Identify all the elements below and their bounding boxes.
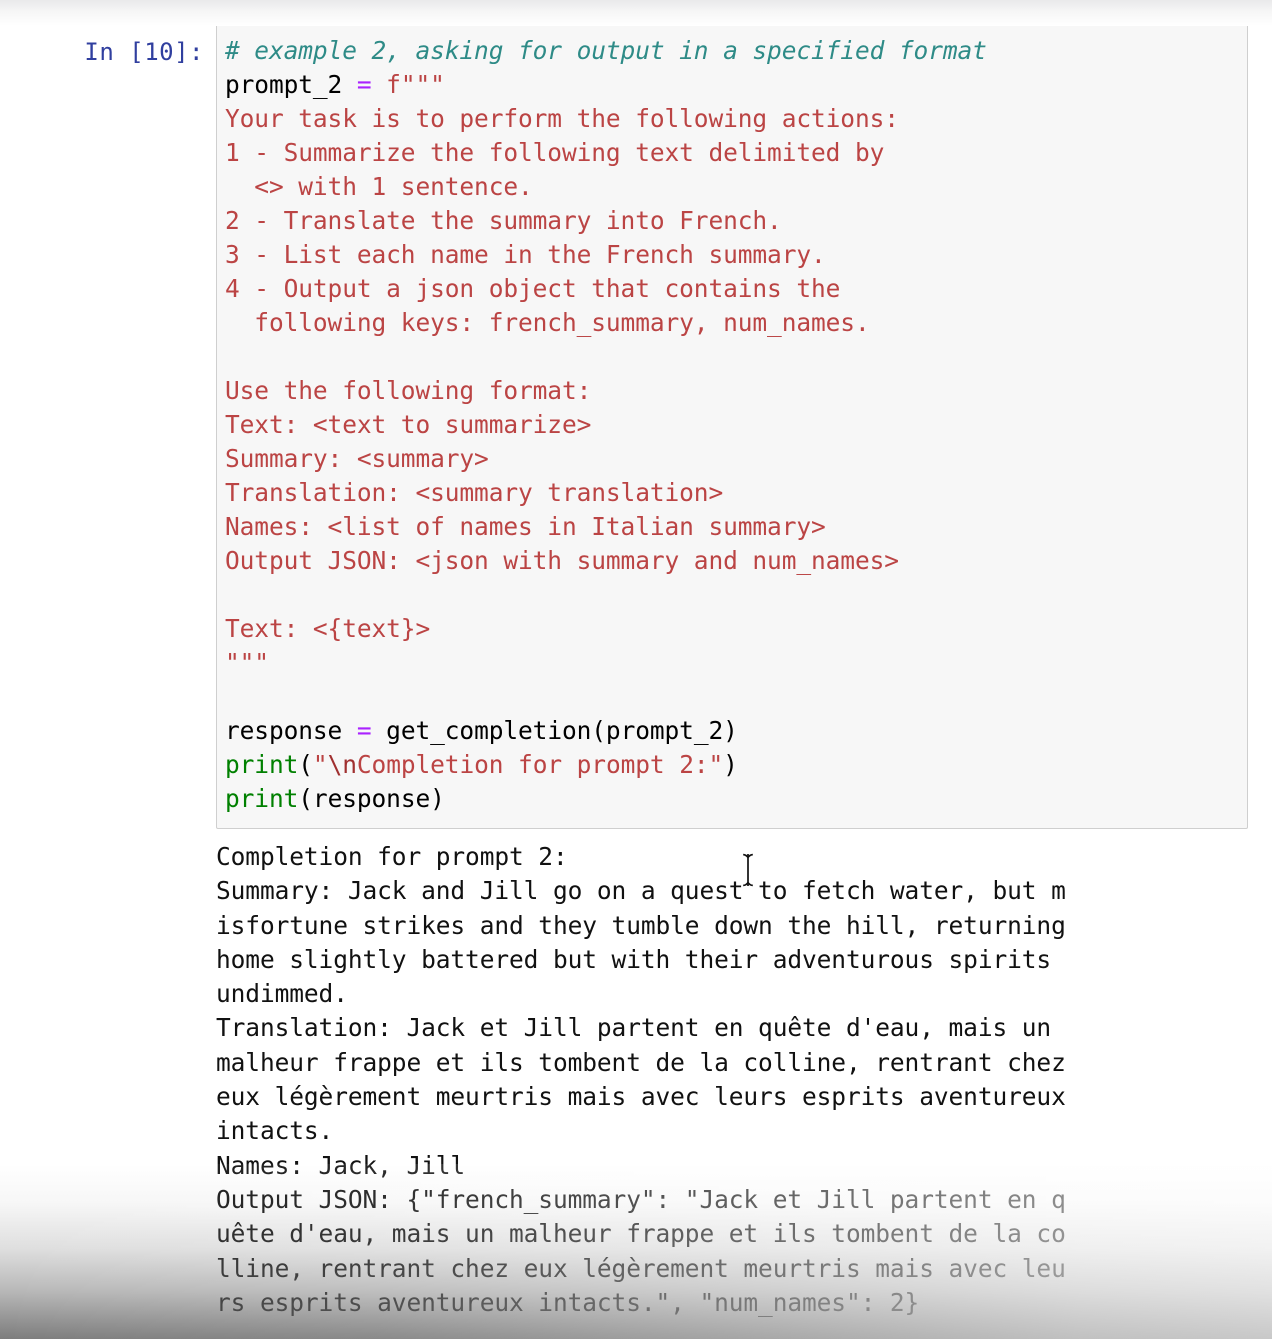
code-token-str: Text: <{text}>: [225, 614, 431, 643]
code-editor-area[interactable]: # example 2, asking for output in a spec…: [216, 22, 1248, 829]
notebook-output-cell: Completion for prompt 2: Summary: Jack an…: [0, 840, 1272, 1320]
code-line: 2 - Translate the summary into French.: [225, 204, 1239, 238]
code-token-comment: # example 2, asking for output in a spec…: [225, 36, 987, 65]
code-token-str: Use the following format:: [225, 376, 592, 405]
code-line: # example 2, asking for output in a spec…: [225, 34, 1239, 68]
code-token-str: <> with 1 sentence.: [225, 172, 533, 201]
code-line: following keys: french_summary, num_name…: [225, 306, 1239, 340]
code-token-str: 3 - List each name in the French summary…: [225, 240, 826, 269]
output-line: eux légèrement meurtris mais avec leurs …: [216, 1082, 1066, 1112]
code-line: prompt_2 = f""": [225, 68, 1239, 102]
code-token-plain: ): [723, 750, 738, 779]
output-line: Names: Jack, Jill: [216, 1150, 466, 1180]
notebook-page: In [10]: # example 2, asking for output …: [0, 0, 1272, 1339]
code-token-plain: (: [298, 750, 313, 779]
code-line: Use the following format:: [225, 374, 1239, 408]
output-line: rs esprits aventureux intacts.", "num_na…: [216, 1287, 920, 1317]
code-source[interactable]: # example 2, asking for output in a spec…: [225, 34, 1239, 816]
output-line: home slightly battered but with their ad…: [216, 944, 1052, 974]
code-token-str: following keys: french_summary, num_name…: [225, 308, 870, 337]
output-line: Output JSON: {"french_summary": "Jack et…: [216, 1184, 1066, 1214]
code-token-str: Output JSON: <json with summary and num_…: [225, 546, 899, 575]
code-token-str: Text: <text to summarize>: [225, 410, 592, 439]
code-token-str: f""": [386, 70, 445, 99]
code-token-plain: response: [225, 716, 357, 745]
code-token-str: Summary: <summary>: [225, 444, 489, 473]
output-line: lline, rentrant chez eux légèrement meur…: [216, 1253, 1066, 1283]
code-line: print("\nCompletion for prompt 2:"): [225, 748, 1239, 782]
input-prompt-label: In [10]:: [84, 38, 204, 66]
code-line: Output JSON: <json with summary and num_…: [225, 544, 1239, 578]
code-token-str: 2 - Translate the summary into French.: [225, 206, 782, 235]
code-token-str: 4 - Output a json object that contains t…: [225, 274, 841, 303]
code-token-str: Your task is to perform the following ac…: [225, 104, 899, 133]
code-token-plain: (response): [298, 784, 445, 813]
output-line: Completion for prompt 2:: [216, 842, 568, 871]
code-token-str: 1 - Summarize the following text delimit…: [225, 138, 885, 167]
code-line: """: [225, 646, 1239, 680]
code-line: 4 - Output a json object that contains t…: [225, 272, 1239, 306]
code-token-str: Names: <list of names in Italian summary…: [225, 512, 826, 541]
code-token-str: Translation: <summary translation>: [225, 478, 724, 507]
code-token-builtin: print: [225, 784, 299, 813]
code-line: Your task is to perform the following ac…: [225, 102, 1239, 136]
code-token-op: =: [356, 716, 372, 745]
output-line: Translation: Jack et Jill partent en quê…: [216, 1013, 1052, 1043]
code-token-str: Completion for prompt 2:": [356, 750, 724, 779]
output-line: undimmed.: [216, 979, 348, 1009]
code-token-str: """: [225, 648, 269, 677]
output-line: malheur frappe et ils tombent de la coll…: [216, 1047, 1066, 1077]
code-token-str: ": [312, 750, 328, 779]
code-line: Text: <text to summarize>: [225, 408, 1239, 442]
output-line: isfortune strikes and they tumble down t…: [216, 910, 1066, 940]
code-token-esc: \n: [327, 750, 357, 779]
code-token-plain: prompt_2: [225, 70, 357, 99]
code-token-plain: get_completion(prompt_2): [371, 716, 738, 745]
code-line: Names: <list of names in Italian summary…: [225, 510, 1239, 544]
code-line: Summary: <summary>: [225, 442, 1239, 476]
notebook-input-cell[interactable]: In [10]: # example 2, asking for output …: [0, 22, 1272, 829]
output-line: uête d'eau, mais un malheur frappe et il…: [216, 1219, 1066, 1249]
code-line: 1 - Summarize the following text delimit…: [225, 136, 1239, 170]
code-line: print(response): [225, 782, 1239, 816]
code-line: 3 - List each name in the French summary…: [225, 238, 1239, 272]
code-token-op: =: [356, 70, 372, 99]
output-line: intacts.: [216, 1116, 334, 1146]
code-line: <> with 1 sentence.: [225, 170, 1239, 204]
output-stream-text: Completion for prompt 2: Summary: Jack an…: [216, 840, 1248, 1320]
code-line: response = get_completion(prompt_2): [225, 714, 1239, 748]
output-line: Summary: Jack and Jill go on a quest to …: [216, 876, 1066, 906]
code-line: Text: <{text}>: [225, 612, 1239, 646]
code-line: Translation: <summary translation>: [225, 476, 1239, 510]
code-token-builtin: print: [225, 750, 299, 779]
